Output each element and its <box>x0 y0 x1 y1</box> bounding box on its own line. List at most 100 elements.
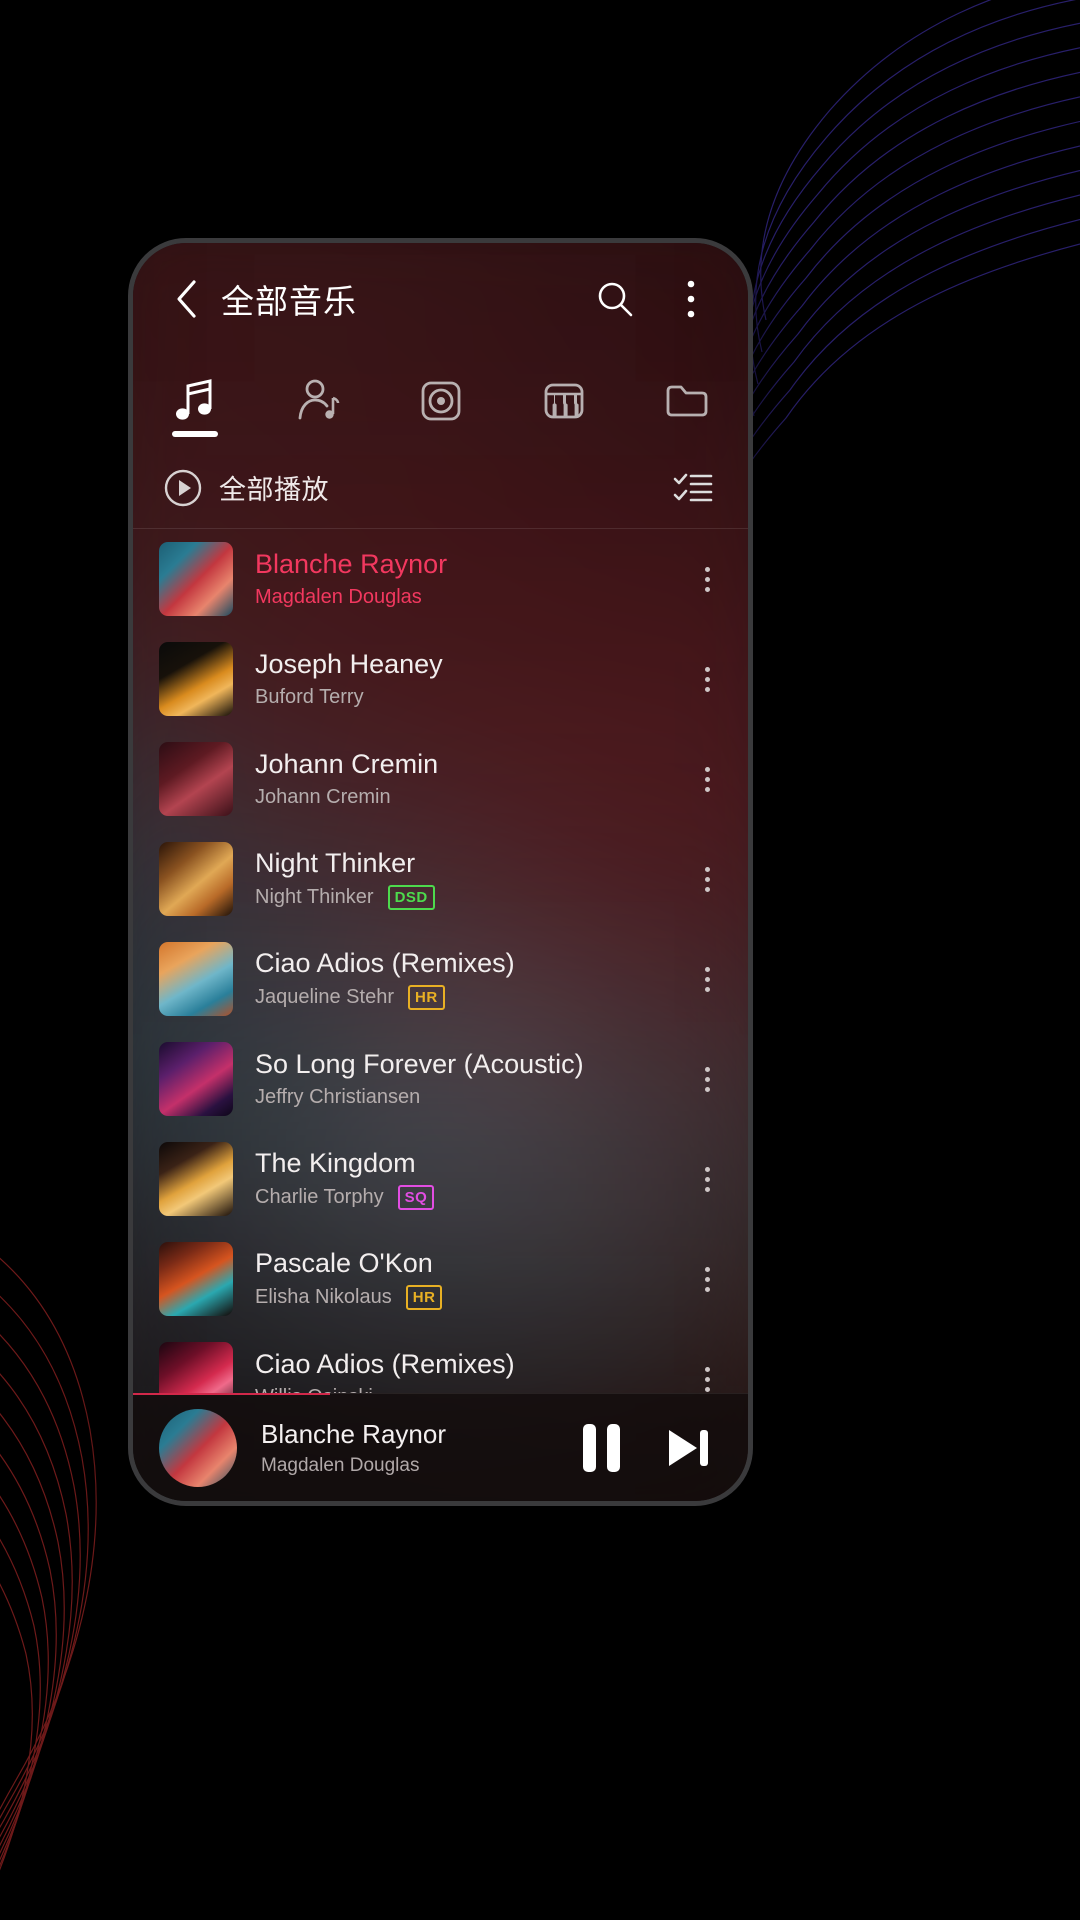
song-artist: Night Thinker <box>255 885 374 908</box>
piano-keys-icon <box>539 377 589 425</box>
more-vertical-icon <box>704 986 710 992</box>
song-meta: Ciao Adios (Remixes) Willis Osinski <box>255 1349 684 1393</box>
more-vertical-icon <box>704 1286 710 1292</box>
checklist-icon <box>673 473 713 501</box>
song-title: So Long Forever (Acoustic) <box>255 1049 584 1080</box>
next-track-button[interactable] <box>652 1413 722 1483</box>
song-meta: Ciao Adios (Remixes) Jaqueline Stehr HR <box>255 948 684 1010</box>
song-artist: Charlie Torphy <box>255 1185 384 1208</box>
mini-player-artist: Magdalen Douglas <box>261 1454 420 1476</box>
song-row[interactable]: Night Thinker Night Thinker DSD <box>133 829 748 929</box>
page-title: 全部音乐 <box>221 283 357 320</box>
album-artwork <box>159 842 233 916</box>
album-artwork <box>159 1042 233 1116</box>
tab-active-indicator <box>541 431 587 437</box>
song-menu-button[interactable] <box>684 1050 730 1108</box>
quality-badge: SQ <box>397 1184 435 1210</box>
mini-player-artwork[interactable] <box>159 1408 237 1487</box>
song-row[interactable]: Blanche Raynor Magdalen Douglas <box>133 529 748 629</box>
more-vertical-icon <box>704 1066 710 1072</box>
quality-badge: HR <box>407 984 445 1010</box>
play-all-row[interactable]: 全部播放 <box>133 447 748 529</box>
song-menu-button[interactable] <box>684 1350 730 1393</box>
tab-folders[interactable] <box>625 355 748 447</box>
song-meta: Johann Cremin Johann Cremin <box>255 749 684 809</box>
quality-badge: DSD <box>387 884 435 910</box>
tab-active-indicator <box>418 431 464 437</box>
song-menu-button[interactable] <box>684 1250 730 1308</box>
more-vertical-icon <box>704 776 710 782</box>
song-row[interactable]: So Long Forever (Acoustic) Jeffry Christi… <box>133 1029 748 1129</box>
song-subtitle-line: Charlie Torphy SQ <box>255 1184 684 1210</box>
song-menu-button[interactable] <box>684 550 730 608</box>
song-menu-button[interactable] <box>684 950 730 1008</box>
more-vertical-icon <box>704 1266 710 1272</box>
more-vertical-icon <box>704 1376 710 1382</box>
song-row[interactable]: Joseph Heaney Buford Terry <box>133 629 748 729</box>
artist-icon <box>293 377 343 425</box>
song-row[interactable]: The Kingdom Charlie Torphy SQ <box>133 1129 748 1229</box>
tab-artists[interactable] <box>256 355 379 447</box>
song-artist: Buford Terry <box>255 685 364 708</box>
song-menu-button[interactable] <box>684 850 730 908</box>
playback-progress-bar <box>133 1393 330 1395</box>
song-subtitle-line: Night Thinker DSD <box>255 884 684 910</box>
song-title: The Kingdom <box>255 1148 416 1179</box>
song-menu-button[interactable] <box>684 1150 730 1208</box>
skip-next-icon <box>669 1429 708 1466</box>
more-vertical-icon <box>704 586 710 592</box>
back-button[interactable] <box>163 276 209 322</box>
song-row[interactable]: Pascale O'Kon Elisha Nikolaus HR <box>133 1229 748 1329</box>
overflow-menu-button[interactable] <box>664 272 718 326</box>
more-vertical-icon <box>704 566 710 572</box>
tab-active-indicator <box>295 431 341 437</box>
song-subtitle-line: Willis Osinski <box>255 1386 684 1393</box>
pause-icon <box>582 1423 596 1472</box>
chevron-left-icon <box>177 280 196 318</box>
song-menu-button[interactable] <box>684 750 730 808</box>
song-subtitle-line: Elisha Nikolaus HR <box>255 1284 684 1310</box>
song-row[interactable]: Ciao Adios (Remixes) Jaqueline Stehr HR <box>133 929 748 1029</box>
tab-genres[interactable] <box>502 355 625 447</box>
tab-albums[interactable] <box>379 355 502 447</box>
play-circle-icon <box>164 469 202 506</box>
more-vertical-icon <box>704 966 710 972</box>
more-vertical-icon <box>704 886 710 892</box>
song-row[interactable]: Ciao Adios (Remixes) Willis Osinski <box>133 1329 748 1393</box>
tab-active-indicator <box>171 431 218 437</box>
multiselect-button[interactable] <box>668 463 718 513</box>
search-icon <box>598 282 633 317</box>
more-vertical-icon <box>704 1166 710 1172</box>
tab-songs[interactable] <box>133 355 256 447</box>
quality-badge: HR <box>405 1284 443 1310</box>
app-bar: 全部音乐 <box>133 243 748 355</box>
more-vertical-icon <box>704 666 710 672</box>
song-title: Blanche Raynor <box>255 549 448 580</box>
mini-player-title: Blanche Raynor <box>261 1418 446 1449</box>
song-title: Ciao Adios (Remixes) <box>255 1349 515 1380</box>
song-meta: Blanche Raynor Magdalen Douglas <box>255 549 684 609</box>
album-artwork <box>159 942 233 1016</box>
more-vertical-icon <box>704 1086 710 1092</box>
more-vertical-icon <box>704 866 710 872</box>
album-artwork <box>159 542 233 616</box>
song-subtitle-line: Jeffry Christiansen <box>255 1086 684 1109</box>
more-vertical-icon <box>704 686 710 692</box>
song-title: Night Thinker <box>255 848 416 879</box>
song-artist: Jaqueline Stehr <box>255 985 394 1008</box>
mini-player-meta: Blanche Raynor Magdalen Douglas <box>261 1419 566 1477</box>
more-vertical-icon <box>704 1276 710 1282</box>
song-artist: Jeffry Christiansen <box>255 1085 421 1108</box>
song-row[interactable]: Johann Cremin Johann Cremin <box>133 729 748 829</box>
song-menu-button[interactable] <box>684 650 730 708</box>
album-artwork <box>159 642 233 716</box>
album-artwork <box>159 742 233 816</box>
search-button[interactable] <box>588 272 642 326</box>
song-meta: Pascale O'Kon Elisha Nikolaus HR <box>255 1248 684 1310</box>
mini-player-bar[interactable]: Blanche Raynor Magdalen Douglas <box>133 1393 748 1501</box>
play-all-label: 全部播放 <box>219 475 329 505</box>
more-vertical-icon <box>704 676 710 682</box>
more-vertical-icon <box>704 766 710 772</box>
song-list[interactable]: Blanche Raynor Magdalen Douglas Joseph Hea… <box>133 529 748 1393</box>
pause-button[interactable] <box>566 1413 636 1483</box>
